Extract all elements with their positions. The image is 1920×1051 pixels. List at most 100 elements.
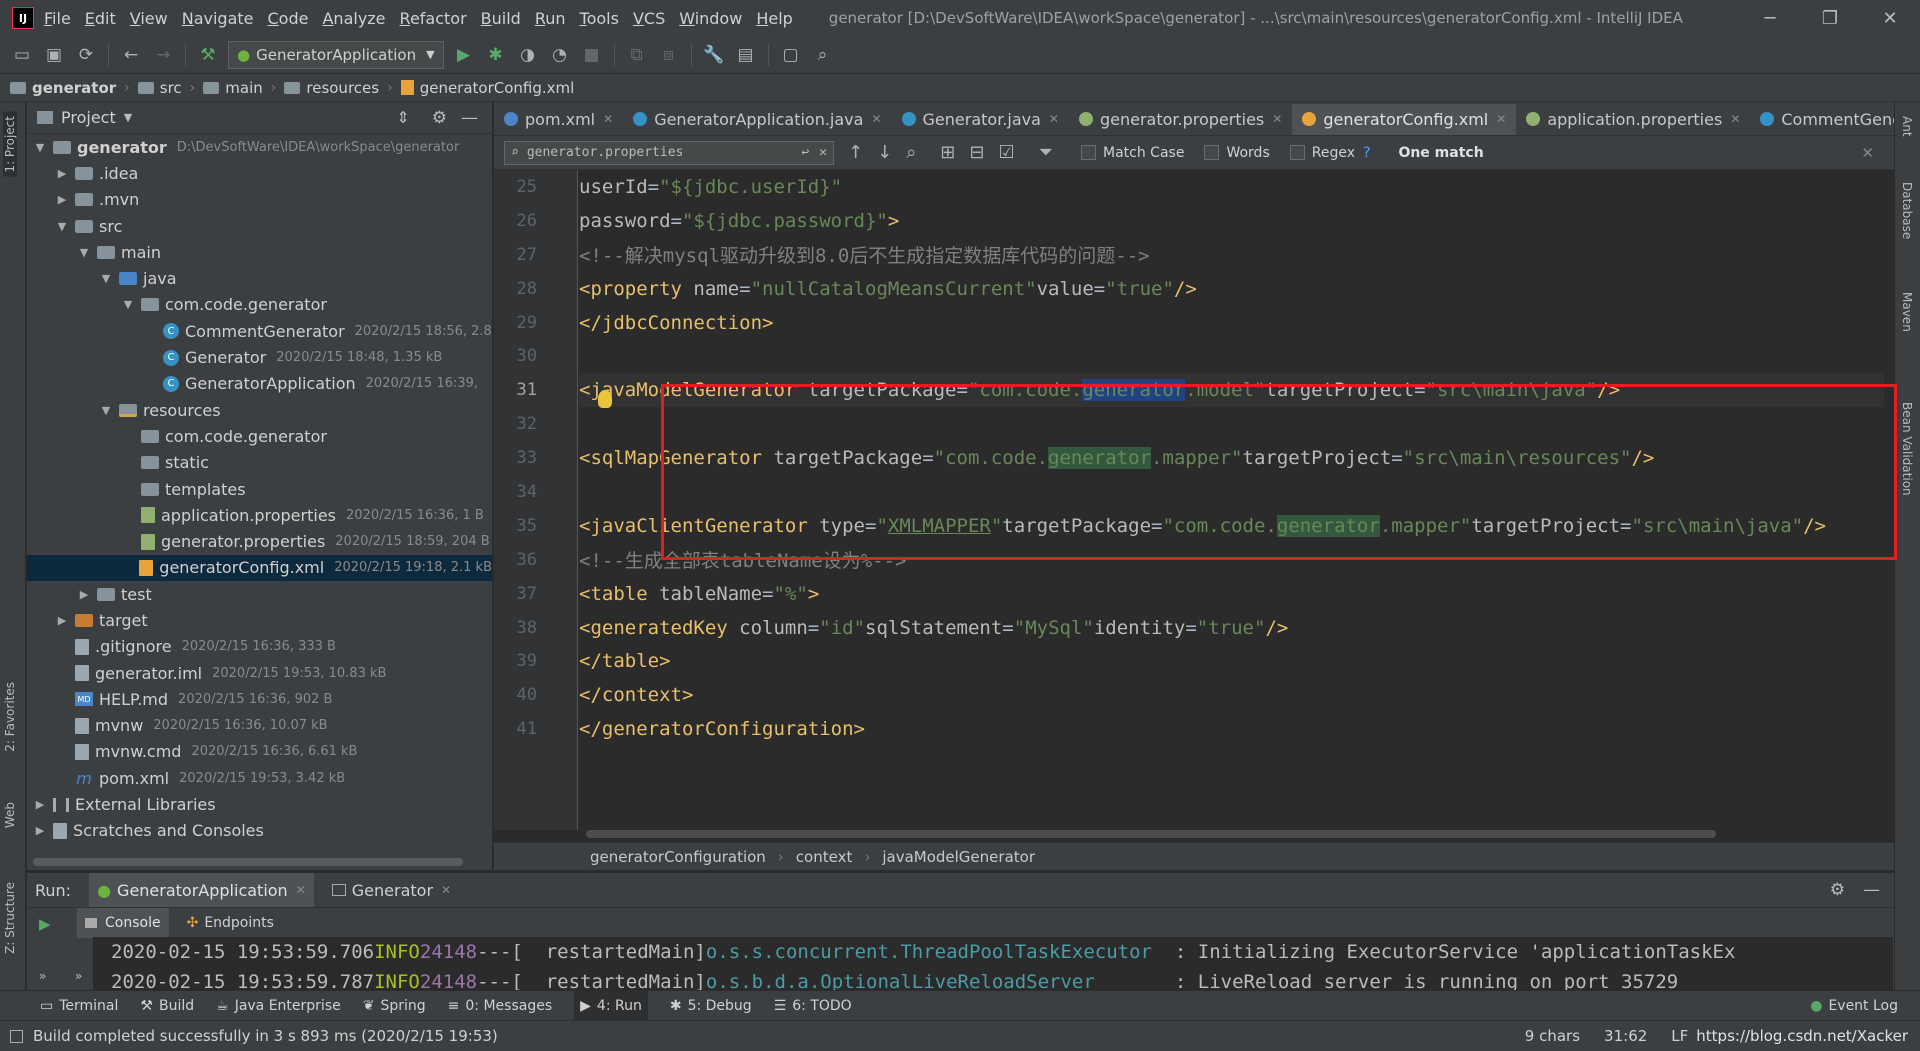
- caret-position[interactable]: 31:62: [1604, 1027, 1647, 1045]
- collapsed-arrow-icon[interactable]: ▶: [33, 824, 47, 837]
- expanded-arrow-icon[interactable]: ▼: [55, 220, 69, 233]
- menu-view[interactable]: View: [130, 9, 168, 28]
- next-occurrence-icon[interactable]: ↓: [877, 142, 892, 163]
- bottom-tab-event[interactable]: ● Event Log: [1810, 998, 1898, 1014]
- expanded-arrow-icon[interactable]: ▼: [99, 272, 113, 285]
- build-hammer-icon[interactable]: ⚒: [194, 41, 222, 69]
- editor-tab[interactable]: GeneratorApplication.java ✕: [623, 102, 891, 135]
- attach-debugger-icon[interactable]: ⧉: [623, 41, 651, 69]
- breadcrumb-item[interactable]: generator: [10, 79, 116, 97]
- gear-icon[interactable]: ⚙: [432, 108, 447, 128]
- menu-navigate[interactable]: Navigate: [182, 9, 254, 28]
- xml-breadcrumb-item[interactable]: javaModelGenerator: [882, 848, 1035, 866]
- filter-icon[interactable]: ⏷: [1039, 142, 1053, 163]
- bottom-tab-list[interactable]: ☰ 6: TODO: [774, 998, 852, 1014]
- collapse-all-icon[interactable]: ⇕: [396, 108, 409, 127]
- bottom-tab-jee[interactable]: ☕ Java Enterprise: [216, 998, 341, 1014]
- remove-occurrence-icon[interactable]: ⊟: [969, 142, 984, 163]
- open-folder-icon[interactable]: ▭: [8, 41, 36, 69]
- find-all-icon[interactable]: ⌕: [906, 142, 916, 163]
- tree-item[interactable]: templates: [27, 476, 492, 502]
- bottom-tab-terminal[interactable]: ▭ Terminal: [40, 998, 118, 1014]
- tree-item[interactable]: ▼ resources: [27, 397, 492, 423]
- expanded-arrow-icon[interactable]: ▼: [77, 246, 91, 259]
- editor-tab[interactable]: generatorConfig.xml ✕: [1292, 103, 1517, 135]
- profile-icon[interactable]: ◔: [546, 41, 574, 69]
- menu-run[interactable]: Run: [535, 9, 566, 28]
- expanded-arrow-icon[interactable]: ▼: [121, 298, 135, 311]
- run-tab-generator[interactable]: Generator ✕: [331, 881, 451, 900]
- search-everywhere-icon[interactable]: ⌕: [809, 41, 837, 69]
- tree-item[interactable]: mvnw 2020/2/15 16:36, 10.07 kB: [27, 713, 492, 739]
- tree-item[interactable]: ▼ com.code.generator: [27, 292, 492, 318]
- close-icon[interactable]: ✕: [441, 883, 451, 897]
- menu-edit[interactable]: Edit: [85, 9, 116, 28]
- tree-item[interactable]: ▶ .mvn: [27, 187, 492, 213]
- close-icon[interactable]: ✕: [603, 112, 613, 126]
- close-icon[interactable]: ✕: [1049, 112, 1059, 126]
- hide-panel-icon[interactable]: —: [461, 108, 478, 128]
- editor-tab[interactable]: CommentGenera: [1750, 102, 1894, 135]
- horizontal-scrollbar[interactable]: [586, 830, 1716, 838]
- line-separator[interactable]: LF: [1671, 1027, 1688, 1045]
- tree-item[interactable]: mvnw.cmd 2020/2/15 16:36, 6.61 kB: [27, 739, 492, 765]
- tree-item[interactable]: ▶ target: [27, 607, 492, 633]
- structure-tool-tab[interactable]: Z: Structure: [3, 882, 17, 954]
- tree-item[interactable]: com.code.generator: [27, 423, 492, 449]
- xml-breadcrumb-item[interactable]: context: [796, 848, 853, 866]
- tree-item[interactable]: C Generator 2020/2/15 18:48, 1.35 kB: [27, 344, 492, 370]
- run-icon[interactable]: ▶: [450, 41, 478, 69]
- tree-item[interactable]: generator.iml 2020/2/15 19:53, 10.83 kB: [27, 660, 492, 686]
- forward-icon[interactable]: →: [149, 41, 177, 69]
- collapsed-arrow-icon[interactable]: ▶: [55, 167, 69, 180]
- bean-validation-tool-tab[interactable]: Bean Validation: [1900, 402, 1914, 496]
- bottom-tab-bug[interactable]: ✱ 5: Debug: [670, 998, 752, 1014]
- back-icon[interactable]: ←: [117, 41, 145, 69]
- close-icon[interactable]: ✕: [871, 112, 881, 126]
- tree-item[interactable]: C CommentGenerator 2020/2/15 18:56, 2.8: [27, 318, 492, 344]
- collapsed-arrow-icon[interactable]: ▶: [55, 614, 69, 627]
- run-configuration-select[interactable]: ● GeneratorApplication ▼: [228, 40, 444, 69]
- menu-window[interactable]: Window: [679, 9, 742, 28]
- restore-icon[interactable]: ❐: [1800, 0, 1860, 36]
- regex-checkbox[interactable]: Regex: [1289, 145, 1355, 161]
- bottom-tab-play[interactable]: ▶ 4: Run: [574, 990, 648, 1021]
- settings-wrench-icon[interactable]: 🔧: [700, 41, 728, 69]
- tree-item[interactable]: ▶ .idea: [27, 160, 492, 186]
- tree-item[interactable]: ▼ main: [27, 239, 492, 265]
- hide-panel-icon[interactable]: —: [1863, 880, 1880, 900]
- expanded-arrow-icon[interactable]: ▼: [99, 404, 113, 417]
- editor-tab[interactable]: pom.xml ✕: [494, 102, 623, 135]
- add-occurrence-icon[interactable]: ⊞: [940, 142, 955, 163]
- find-input[interactable]: ⌕ generator.properties ↩ ✕: [504, 140, 834, 165]
- tree-item[interactable]: application.properties 2020/2/15 16:36, 1…: [27, 502, 492, 528]
- chevron-down-icon[interactable]: ▼: [124, 111, 132, 124]
- clear-icon[interactable]: ✕: [819, 145, 827, 160]
- gear-icon[interactable]: ⚙: [1830, 880, 1845, 900]
- menu-analyze[interactable]: Analyze: [322, 9, 385, 28]
- ant-tool-tab[interactable]: Ant: [1900, 116, 1914, 137]
- bottom-tab-leaf[interactable]: ❦ Spring: [363, 998, 426, 1014]
- menu-tools[interactable]: Tools: [580, 9, 619, 28]
- database-tool-tab[interactable]: Database: [1900, 182, 1914, 239]
- close-icon[interactable]: ✕: [1272, 112, 1282, 126]
- select-all-occurrences-icon[interactable]: ☑: [998, 142, 1014, 163]
- collapsed-arrow-icon[interactable]: ▶: [77, 588, 91, 601]
- menu-file[interactable]: File: [44, 9, 71, 28]
- bottom-tab-messages[interactable]: ≡ 0: Messages: [448, 998, 552, 1014]
- expanded-arrow-icon[interactable]: ▼: [33, 141, 47, 154]
- favorites-tool-tab[interactable]: 2: Favorites: [3, 682, 17, 752]
- xml-breadcrumb-item[interactable]: generatorConfiguration: [590, 848, 766, 866]
- menu-code[interactable]: Code: [268, 9, 309, 28]
- coverage-icon[interactable]: ◑: [514, 41, 542, 69]
- status-icon[interactable]: [10, 1029, 23, 1043]
- editor-tab[interactable]: Generator.java ✕: [892, 102, 1069, 135]
- new-line-icon[interactable]: ↩: [801, 145, 809, 160]
- menu-build[interactable]: Build: [481, 9, 521, 28]
- rerun-icon[interactable]: ▶: [39, 915, 51, 933]
- maven-tool-tab[interactable]: Maven: [1900, 292, 1914, 332]
- words-checkbox[interactable]: Words: [1204, 145, 1270, 161]
- tree-item[interactable]: ▶ test: [27, 581, 492, 607]
- tree-item[interactable]: generatorConfig.xml 2020/2/15 19:18, 2.1 …: [27, 554, 492, 582]
- project-tool-tab[interactable]: 1: Project: [3, 112, 17, 177]
